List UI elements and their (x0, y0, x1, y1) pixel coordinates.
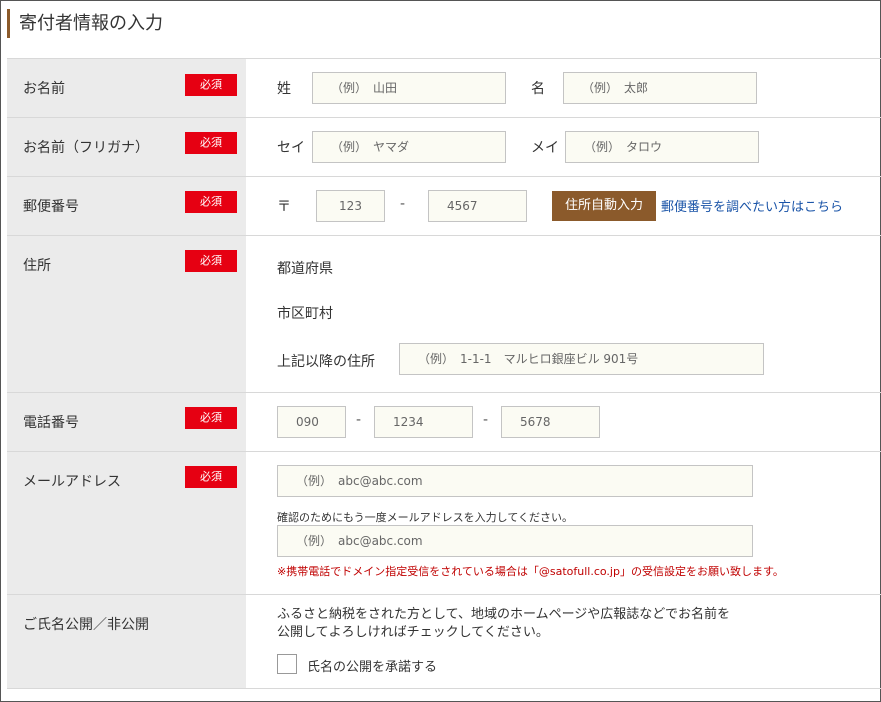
prefecture-label: 都道府県 (277, 261, 333, 277)
mei-kana-label: メイ (531, 140, 559, 156)
name-row: お名前 必須 姓 名 (7, 59, 881, 118)
donor-info-form: 寄付者情報の入力 お名前 必須 姓 名 お名前（フリガナ） 必須 セイ (0, 0, 881, 702)
kana-label-cell: お名前（フリガナ） 必須 (7, 118, 246, 176)
publish-row: ご氏名公開／非公開 ふるさと納税をされた方として、地域のホームページや広報誌など… (7, 595, 881, 689)
last-name-input[interactable] (312, 72, 506, 104)
postal-label-cell: 郵便番号 必須 (7, 177, 246, 235)
required-badge: 必須 (185, 250, 237, 272)
phone-first-input[interactable] (277, 406, 346, 438)
first-name-kana-input[interactable] (565, 131, 759, 163)
postal-mark: 〒 (277, 199, 291, 215)
last-name-kana-input[interactable] (312, 131, 506, 163)
street-label: 上記以降の住所 (277, 354, 375, 370)
required-badge: 必須 (185, 74, 237, 96)
email-input[interactable] (277, 465, 753, 497)
form-table: お名前 必須 姓 名 お名前（フリガナ） 必須 セイ メイ (7, 58, 881, 689)
address-auto-fill-button[interactable]: 住所自動入力 (552, 191, 656, 221)
publish-consent-checkbox[interactable] (277, 654, 297, 674)
required-badge: 必須 (185, 191, 237, 213)
postal-content: 〒 - 住所自動入力 郵便番号を調べたい方はこちら (246, 177, 881, 235)
sei-label: 姓 (277, 81, 291, 97)
kana-label: お名前（フリガナ） (23, 140, 149, 156)
phone-separator: - (356, 412, 362, 428)
address-content: 都道府県 市区町村 上記以降の住所 (246, 236, 881, 392)
city-label: 市区町村 (277, 306, 333, 322)
postal-label: 郵便番号 (23, 199, 79, 215)
phone-content: - - (246, 393, 881, 451)
publish-description-line1: ふるさと納税をされた方として、地域のホームページや広報誌などでお名前を (277, 607, 731, 622)
name-label: お名前 (23, 81, 65, 97)
first-name-input[interactable] (563, 72, 757, 104)
required-badge: 必須 (185, 132, 237, 154)
mei-label: 名 (531, 81, 545, 97)
postal-row: 郵便番号 必須 〒 - 住所自動入力 郵便番号を調べたい方はこちら (7, 177, 881, 236)
email-row: メールアドレス 必須 確認のためにもう一度メールアドレスを入力してください。 ※… (7, 452, 881, 595)
email-confirm-note: 確認のためにもう一度メールアドレスを入力してください。 (277, 511, 574, 524)
email-domain-warning: ※携帯電話でドメイン指定受信をされている場合は「@satofull.co.jp」… (277, 565, 784, 578)
postal-lookup-link[interactable]: 郵便番号を調べたい方はこちら (661, 196, 843, 215)
publish-label-cell: ご氏名公開／非公開 (7, 595, 246, 688)
email-content: 確認のためにもう一度メールアドレスを入力してください。 ※携帯電話でドメイン指定… (246, 452, 881, 594)
publish-content: ふるさと納税をされた方として、地域のホームページや広報誌などでお名前を 公開して… (246, 595, 881, 688)
email-confirm-input[interactable] (277, 525, 753, 557)
name-label-cell: お名前 必須 (7, 59, 246, 117)
publish-description-line2: 公開してよろしければチェックしてください。 (277, 625, 549, 640)
street-address-input[interactable] (399, 343, 764, 375)
page-title: 寄付者情報の入力 (7, 9, 163, 38)
address-label: 住所 (23, 258, 51, 274)
postal-separator: - (400, 196, 406, 212)
address-row: 住所 必須 都道府県 市区町村 上記以降の住所 (7, 236, 881, 393)
phone-separator: - (483, 412, 489, 428)
phone-third-input[interactable] (501, 406, 600, 438)
kana-row: お名前（フリガナ） 必須 セイ メイ (7, 118, 881, 177)
kana-content: セイ メイ (246, 118, 881, 176)
required-badge: 必須 (185, 407, 237, 429)
address-label-cell: 住所 必須 (7, 236, 246, 392)
sei-kana-label: セイ (277, 140, 305, 156)
email-label: メールアドレス (23, 474, 121, 490)
required-badge: 必須 (185, 466, 237, 488)
name-content: 姓 名 (246, 59, 881, 117)
email-label-cell: メールアドレス 必須 (7, 452, 246, 594)
phone-label-cell: 電話番号 必須 (7, 393, 246, 451)
phone-label: 電話番号 (23, 415, 79, 431)
publish-label: ご氏名公開／非公開 (23, 617, 149, 633)
phone-row: 電話番号 必須 - - (7, 393, 881, 452)
phone-second-input[interactable] (374, 406, 473, 438)
postal-code-first-input[interactable] (316, 190, 385, 222)
publish-consent-label[interactable]: 氏名の公開を承諾する (307, 656, 437, 675)
postal-code-second-input[interactable] (428, 190, 527, 222)
